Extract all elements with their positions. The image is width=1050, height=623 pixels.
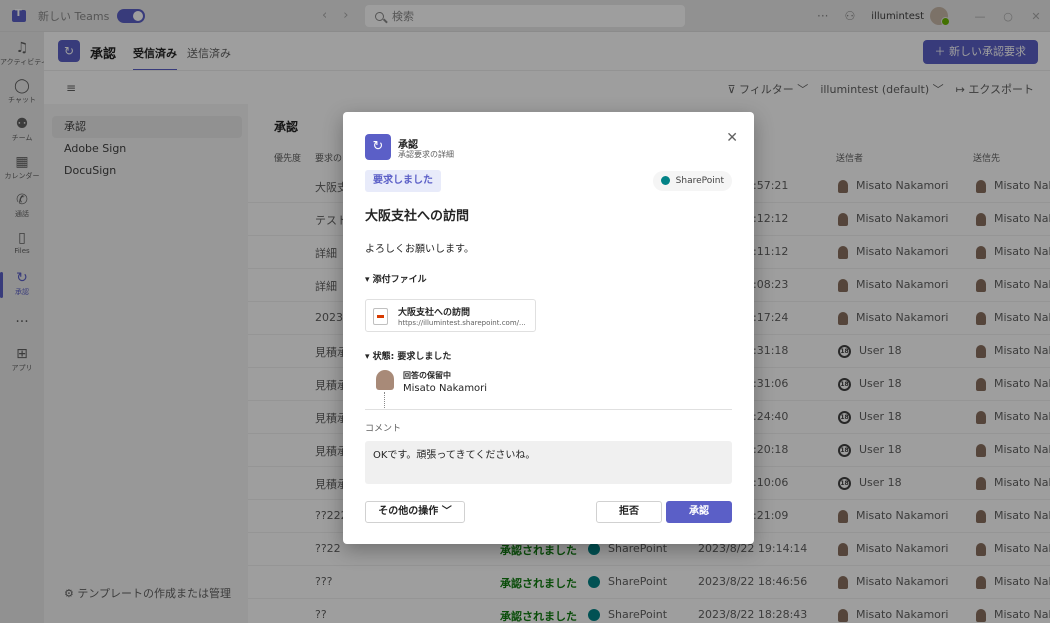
file-icon [373,308,388,325]
approve-button[interactable]: 承認 [666,501,732,523]
responder-avatar [376,370,394,390]
status-toggle[interactable]: ▾ 状態: 要求しました [365,349,451,362]
status-badge: 要求しました [365,170,441,192]
response-status: 回答の保留中 [403,371,451,380]
reject-button[interactable]: 拒否 [596,501,662,523]
more-actions-button[interactable]: その他の操作 ﹀ [365,501,465,523]
source-pill: SharePoint [652,171,732,191]
responder-name: Misato Nakamori [403,383,488,394]
dialog-subtitle: 承認要求の詳細 [398,150,454,159]
timeline-connector [384,392,385,408]
divider [365,409,732,410]
request-message: よろしくお願いします。 [365,244,474,255]
comment-field[interactable]: OKです。頑張ってきてくださいね。 [365,441,732,484]
file-name: 大阪支社への訪問 [398,308,471,318]
file-url: https://illumintest.sharepoint.com/... [398,319,526,327]
attachment-file-card[interactable]: 大阪支社への訪問 https://illumintest.sharepoint.… [365,299,536,332]
approvals-icon: ↻ [365,134,391,160]
sharepoint-icon [660,176,670,185]
request-heading: 大阪支社への訪問 [365,209,470,224]
approval-detail-dialog: ↻ 承認 承認要求の詳細 ✕ 要求しました SharePoint 大阪支社への訪… [343,112,754,544]
comment-label: コメント [365,424,402,434]
attachments-toggle[interactable]: ▾ 添付ファイル [365,272,427,285]
close-icon[interactable]: ✕ [726,130,738,146]
